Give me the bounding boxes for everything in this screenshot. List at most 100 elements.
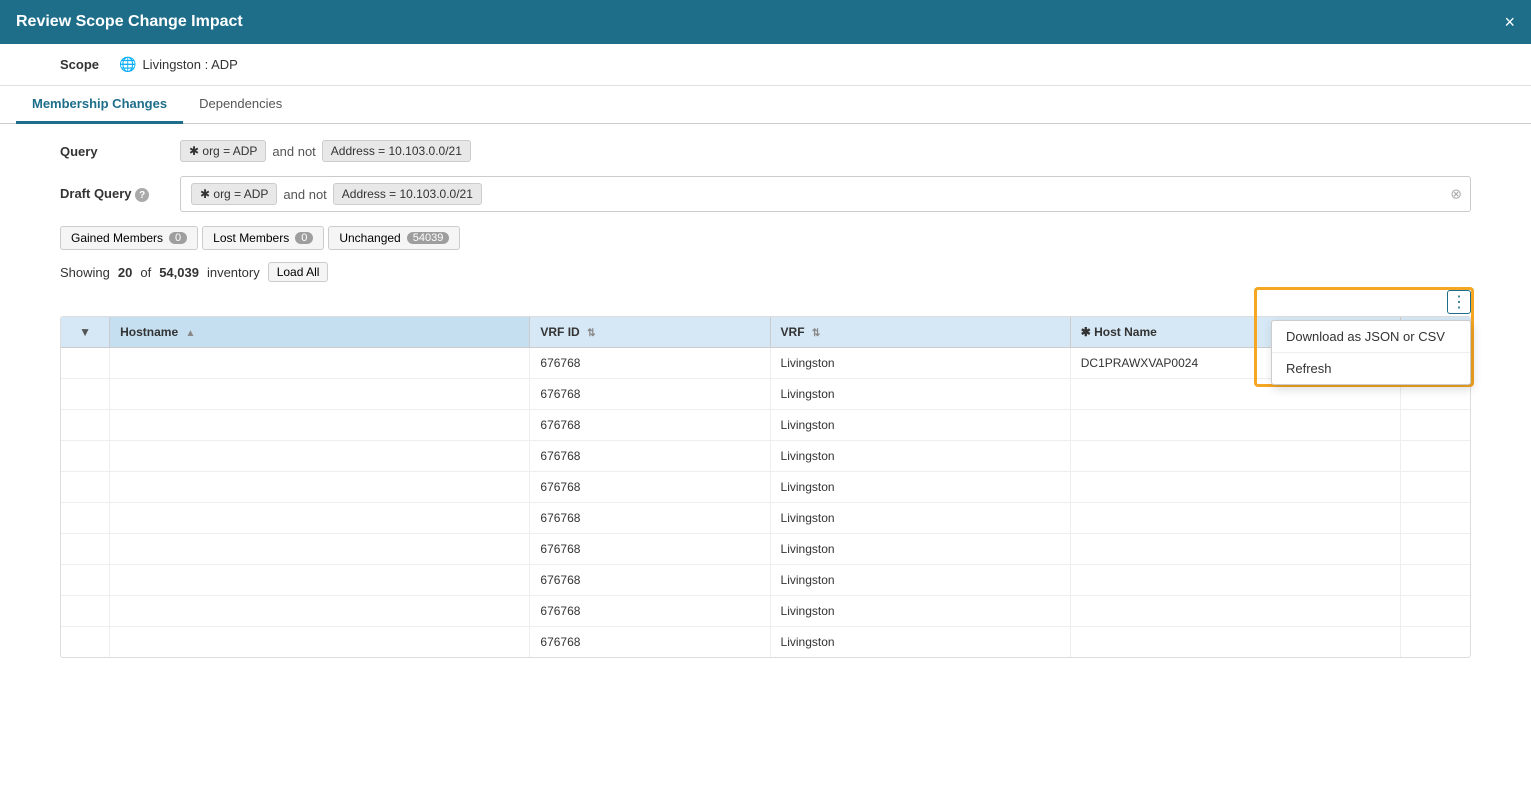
cell-hostname — [110, 441, 530, 472]
cell-hostname2 — [1070, 503, 1400, 534]
unchanged-count: 54039 — [407, 232, 450, 244]
gained-label: Gained Members — [71, 231, 163, 245]
showing-suffix: inventory — [207, 265, 260, 280]
cell-filter — [61, 472, 110, 503]
data-table: ▼ Hostname ▲ VRF ID ⇅ VRF ⇅ — [60, 316, 1471, 658]
tab-membership[interactable]: Membership Changes — [16, 86, 183, 124]
main-content: Query ✱ org = ADP and not Address = 10.1… — [0, 124, 1531, 674]
draft-query-box[interactable]: ✱ org = ADP and not Address = 10.103.0.0… — [180, 176, 1471, 212]
cell-vrfid: 676768 — [530, 472, 770, 503]
cell-vrfid: 676768 — [530, 441, 770, 472]
table-row: 676768Livingston — [61, 441, 1470, 472]
filter-icon: ▼ — [79, 325, 91, 339]
sort-icon-vrf: ⇅ — [812, 328, 820, 339]
unchanged-button[interactable]: Unchanged 54039 — [328, 226, 460, 250]
refresh-menu-item[interactable]: Refresh — [1272, 353, 1470, 384]
query-label: Query — [60, 144, 180, 159]
cell-hostname — [110, 410, 530, 441]
three-dots-button[interactable]: ⋮ — [1447, 290, 1471, 314]
close-button[interactable]: × — [1504, 13, 1515, 31]
cell-vrfid: 676768 — [530, 379, 770, 410]
cell-hostname — [110, 379, 530, 410]
cell-extra — [1400, 441, 1470, 472]
cell-hostname2 — [1070, 534, 1400, 565]
lost-members-button[interactable]: Lost Members 0 — [202, 226, 324, 250]
cell-vrf: Livingston — [770, 472, 1070, 503]
cell-filter — [61, 503, 110, 534]
cell-filter — [61, 348, 110, 379]
gained-count: 0 — [169, 232, 187, 244]
cell-vrfid: 676768 — [530, 565, 770, 596]
cell-extra — [1400, 627, 1470, 658]
cell-vrfid: 676768 — [530, 627, 770, 658]
cell-filter — [61, 534, 110, 565]
cell-vrfid: 676768 — [530, 410, 770, 441]
table-row: 676768Livingston — [61, 534, 1470, 565]
query-tag-address: Address = 10.103.0.0/21 — [322, 140, 471, 162]
cell-filter — [61, 410, 110, 441]
tabs-bar: Membership Changes Dependencies — [0, 86, 1531, 124]
unchanged-label: Unchanged — [339, 231, 400, 245]
showing-prefix: Showing — [60, 265, 110, 280]
cell-vrf: Livingston — [770, 410, 1070, 441]
cell-vrf: Livingston — [770, 348, 1070, 379]
cell-extra — [1400, 472, 1470, 503]
showing-total: 54,039 — [159, 265, 199, 280]
showing-current: 20 — [118, 265, 132, 280]
cell-hostname2 — [1070, 596, 1400, 627]
scope-label: Scope — [60, 57, 99, 72]
cell-hostname2 — [1070, 472, 1400, 503]
cell-vrf: Livingston — [770, 441, 1070, 472]
cell-filter — [61, 596, 110, 627]
download-menu-item[interactable]: Download as JSON or CSV — [1272, 321, 1470, 352]
table-header-vrf[interactable]: VRF ⇅ — [770, 317, 1070, 348]
scope-row: Scope 🌐 Livingston : ADP — [0, 44, 1531, 86]
scope-icon: 🌐 — [119, 56, 136, 73]
draft-query-label: Draft Query ? — [60, 186, 180, 203]
cell-vrfid: 676768 — [530, 596, 770, 627]
gained-members-button[interactable]: Gained Members 0 — [60, 226, 198, 250]
cell-hostname — [110, 565, 530, 596]
cell-vrf: Livingston — [770, 627, 1070, 658]
cell-vrfid: 676768 — [530, 503, 770, 534]
help-icon[interactable]: ? — [135, 188, 149, 202]
table-row: 676768Livingston — [61, 596, 1470, 627]
cell-extra — [1400, 410, 1470, 441]
cell-extra — [1400, 534, 1470, 565]
table-row: 676768LivingstonDC1PRAWXVAP0024 — [61, 348, 1470, 379]
query-tags: ✱ org = ADP and not Address = 10.103.0.0… — [180, 140, 471, 162]
cell-hostname2 — [1070, 441, 1400, 472]
cell-hostname — [110, 596, 530, 627]
cell-hostname — [110, 534, 530, 565]
cell-hostname — [110, 472, 530, 503]
cell-vrf: Livingston — [770, 565, 1070, 596]
table-wrapper: ⋮ Download as JSON or CSV Refresh ▼ Host… — [60, 290, 1471, 658]
lost-count: 0 — [295, 232, 313, 244]
draft-tag-address: Address = 10.103.0.0/21 — [333, 183, 482, 205]
tab-dependencies[interactable]: Dependencies — [183, 86, 298, 124]
draft-clear-icon[interactable]: ⊗ — [1450, 186, 1462, 203]
sort-icon-vrfid: ⇅ — [587, 328, 595, 339]
cell-filter — [61, 379, 110, 410]
draft-text-andnot: and not — [283, 187, 326, 202]
table-row: 676768Livingston — [61, 410, 1470, 441]
cell-filter — [61, 441, 110, 472]
cell-vrfid: 676768 — [530, 534, 770, 565]
cell-hostname2 — [1070, 627, 1400, 658]
draft-query-row: Draft Query ? ✱ org = ADP and not Addres… — [60, 176, 1471, 212]
table-header-vrfid[interactable]: VRF ID ⇅ — [530, 317, 770, 348]
cell-hostname — [110, 627, 530, 658]
table-row: 676768Livingston — [61, 565, 1470, 596]
table-header-filter[interactable]: ▼ — [61, 317, 110, 348]
modal-title: Review Scope Change Impact — [16, 13, 243, 31]
scope-value: 🌐 Livingston : ADP — [119, 56, 238, 73]
query-row: Query ✱ org = ADP and not Address = 10.1… — [60, 140, 1471, 162]
cell-extra — [1400, 565, 1470, 596]
sort-icon-hostname: ▲ — [185, 328, 195, 339]
load-all-button[interactable]: Load All — [268, 262, 329, 282]
table-header-hostname[interactable]: Hostname ▲ — [110, 317, 530, 348]
cell-vrf: Livingston — [770, 596, 1070, 627]
cell-vrfid: 676768 — [530, 348, 770, 379]
table-header-row: ▼ Hostname ▲ VRF ID ⇅ VRF ⇅ — [61, 317, 1470, 348]
table-row: 676768Livingston — [61, 472, 1470, 503]
